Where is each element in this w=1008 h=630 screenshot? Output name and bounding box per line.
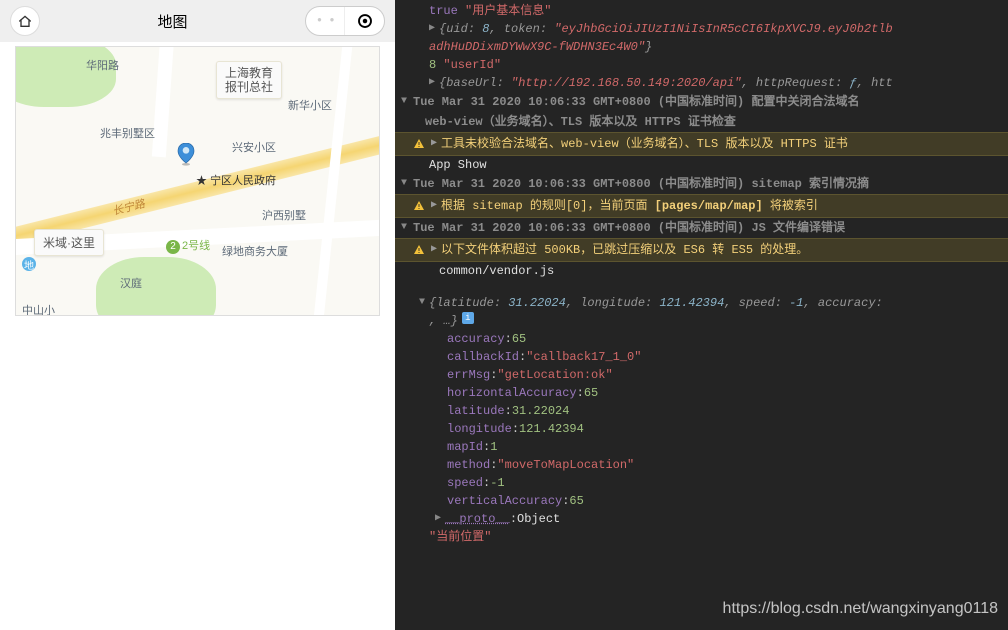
console-warning: ▶工具未校验合法域名、web-view（业务域名）、TLS 版本以及 HTTPS… — [395, 132, 1008, 156]
simulator-panel: 地图 • • 华阳路 上海教育 报刊总社 新华小区 兆丰别墅区 兴安小区 ★ 宁… — [0, 0, 395, 630]
obj-prop: method: "moveToMapLocation" — [395, 456, 1008, 474]
poi-gov: ★ 宁区人民政府 — [196, 172, 276, 188]
sim-header: 地图 • • — [0, 0, 395, 42]
obj-prop: speed: -1 — [395, 474, 1008, 492]
road-label-changning: 长宁路 — [111, 195, 147, 219]
home-icon — [17, 13, 33, 29]
log-line: ▶ {uid: 8, token: "eyJhbGciOiJIUzI1NiIsI… — [395, 20, 1008, 38]
log-line: "当前位置" — [395, 528, 1008, 546]
expand-icon[interactable]: ▶ — [429, 20, 439, 38]
obj-prop: longitude: 121.42394 — [395, 420, 1008, 438]
obj-prop: callbackId: "callback17_1_0" — [395, 348, 1008, 366]
poi-shangwu: 绿地商务大厦 — [222, 243, 288, 259]
page-title: 地图 — [157, 11, 187, 32]
capsule-button: • • — [305, 6, 385, 36]
console-group-cont: web-view（业务域名）、TLS 版本以及 HTTPS 证书检查 — [395, 112, 1008, 132]
close-button[interactable] — [345, 7, 384, 35]
obj-prop: horizontalAccuracy: 65 — [395, 384, 1008, 402]
home-button[interactable] — [10, 6, 40, 36]
log-line: common/vendor.js — [395, 262, 1008, 280]
watermark: https://blog.csdn.net/wangxinyang0118 — [723, 600, 998, 618]
log-line: true "用户基本信息" — [395, 2, 1008, 20]
poi-haixi: 沪西别墅 — [262, 207, 306, 223]
metro-label: 22号线 — [166, 237, 210, 254]
log-object-cont: , …}i — [395, 312, 1008, 330]
obj-prop: verticalAccuracy: 65 — [395, 492, 1008, 510]
console-warning: ▶以下文件体积超过 500KB，已跳过压缩以及 ES6 转 ES5 的处理。 — [395, 238, 1008, 262]
warning-icon — [413, 138, 425, 150]
info-icon[interactable]: i — [462, 312, 474, 324]
poi-hanting: 汉庭 — [120, 275, 142, 291]
console-warning: ▶ 根据 sitemap 的规则[0]，当前页面 [pages/map/map]… — [395, 194, 1008, 218]
log-line: App Show — [395, 156, 1008, 174]
target-icon — [356, 12, 374, 30]
obj-prop: errMsg: "getLocation:ok" — [395, 366, 1008, 384]
dots-icon: • • — [316, 14, 335, 28]
poi-zhaofeng: 兆丰别墅区 — [100, 125, 155, 141]
poi-miyu: 米域·这里 — [34, 229, 104, 256]
map-view[interactable]: 华阳路 上海教育 报刊总社 新华小区 兆丰别墅区 兴安小区 ★ 宁区人民政府 长… — [15, 46, 380, 316]
obj-prop: latitude: 31.22024 — [395, 402, 1008, 420]
poi-xingan: 兴安小区 — [232, 139, 276, 155]
poi-xinhua: 新华小区 — [288, 97, 332, 113]
expand-icon[interactable]: ▼ — [419, 294, 429, 312]
warning-icon — [413, 200, 425, 212]
console-group[interactable]: ▼Tue Mar 31 2020 10:06:33 GMT+0800 (中国标准… — [395, 92, 1008, 112]
log-object[interactable]: ▼ {latitude: 31.22024, longitude: 121.42… — [395, 294, 1008, 312]
obj-prop[interactable]: ▶__proto__: Object — [395, 510, 1008, 528]
poi-metro-icon: 地 — [22, 257, 38, 272]
warning-icon — [413, 244, 425, 256]
log-line: adhHuDDixmDYWwX9C-fWDHN3Ec4W0"} — [395, 38, 1008, 56]
console-panel[interactable]: true "用户基本信息" ▶ {uid: 8, token: "eyJhbGc… — [395, 0, 1008, 630]
console-group[interactable]: ▼Tue Mar 31 2020 10:06:33 GMT+0800 (中国标准… — [395, 218, 1008, 238]
log-line: ▶ {baseUrl: "http://192.168.50.149:2020/… — [395, 74, 1008, 92]
expand-icon[interactable]: ▶ — [429, 74, 439, 92]
log-line: 8 "userId" — [395, 56, 1008, 74]
obj-prop: mapId: 1 — [395, 438, 1008, 456]
poi-label-edu: 上海教育 报刊总社 — [216, 61, 282, 99]
poi-huayang: 华阳路 — [86, 57, 119, 73]
console-group[interactable]: ▼Tue Mar 31 2020 10:06:33 GMT+0800 (中国标准… — [395, 174, 1008, 194]
location-pin — [174, 143, 198, 167]
obj-prop: accuracy: 65 — [395, 330, 1008, 348]
menu-button[interactable]: • • — [306, 7, 346, 35]
poi-zhongshan: 中山小 — [22, 302, 55, 316]
